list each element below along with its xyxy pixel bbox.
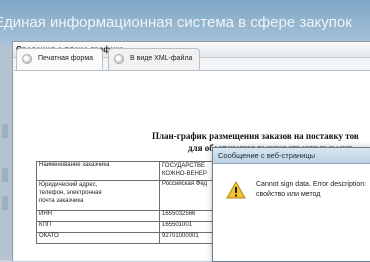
dialog-body: Cannot sign data. Error description: сво…: [213, 164, 370, 261]
radio-icon: [22, 54, 32, 64]
portal-sidebar: [0, 46, 12, 260]
tab-print-form[interactable]: Печатная форма: [16, 48, 103, 71]
customer-info-table: Наименование заказчика ГОСУДАРСТВЕ КОЖНО…: [36, 161, 225, 244]
table-row: Наименование заказчика ГОСУДАРСТВЕ КОЖНО…: [36, 161, 225, 181]
row-label: ОКАТО: [36, 232, 160, 244]
dialog-message-line: Cannot sign data. Error description:: [256, 181, 367, 188]
sidebar-item: [2, 168, 8, 182]
row-label: Наименование заказчика: [36, 161, 160, 181]
table-row: КПП 165501001: [36, 221, 225, 233]
tab-label: Печатная форма: [38, 55, 94, 62]
row-label: ИНН: [36, 210, 160, 222]
sidebar-item: [2, 124, 8, 138]
dialog-title[interactable]: Сообщение с веб-страницы: [213, 148, 370, 164]
portal-title: Единая информационная система в сфере за…: [0, 14, 352, 31]
document-title-line: План-график размещения заказов на постав…: [152, 131, 359, 141]
dialog-message: Cannot sign data. Error description: сво…: [256, 180, 366, 200]
row-label: Юридический адрес, телефон, электронная …: [36, 180, 160, 211]
dialog-message-line: свойство или метод: [256, 191, 321, 198]
radio-icon: [114, 54, 124, 64]
sidebar-item: [2, 196, 8, 210]
table-row: ОКАТО 92701000001: [36, 232, 225, 244]
table-row: Юридический адрес, телефон, электронная …: [36, 180, 225, 211]
table-row: ИНН 1655032566: [36, 210, 225, 222]
warning-icon: [226, 181, 246, 199]
row-label: КПП: [36, 221, 160, 233]
web-page-message-dialog: Сообщение с веб-страницы Cannot sign dat…: [212, 147, 370, 262]
portal-header: Единая информационная система в сфере за…: [0, 0, 370, 46]
tab-label: В виде XML-файла: [130, 55, 193, 62]
tab-xml-file[interactable]: В виде XML-файла: [108, 48, 200, 71]
